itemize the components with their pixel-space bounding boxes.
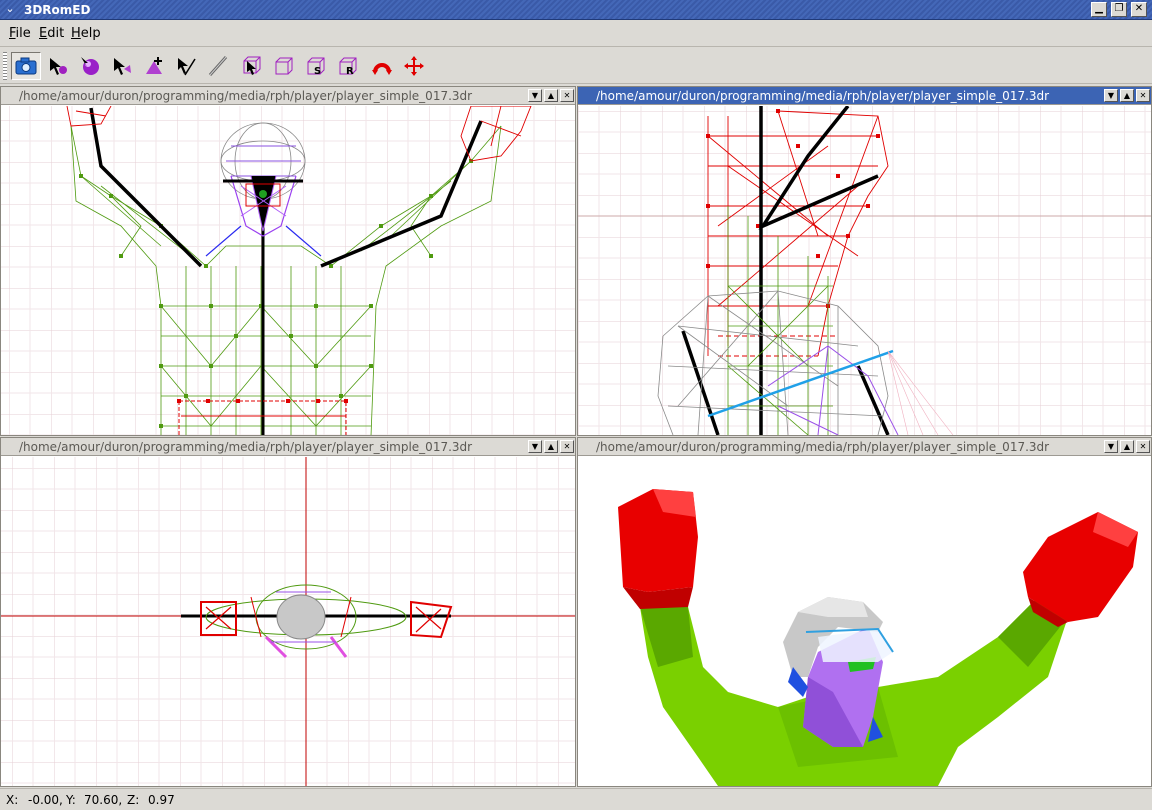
minimize-icon[interactable]: ▁ (1091, 2, 1107, 17)
box-tool-button[interactable] (269, 52, 299, 80)
side-wireframe-view (578, 106, 1151, 435)
select-point-tool-button[interactable] (107, 52, 137, 80)
scale-tool-icon: S (307, 57, 325, 77)
select-edge-icon (178, 58, 196, 76)
select-point-icon (114, 58, 131, 75)
rotate-box-tool-icon: R (339, 57, 357, 77)
front-wireframe-view (1, 106, 575, 435)
viewport-canvas[interactable] (578, 457, 1151, 786)
viewport-canvas[interactable] (1, 457, 575, 786)
window-menu-chevron-down-icon[interactable]: ⌄ (3, 2, 17, 16)
move-arrows-icon (404, 56, 424, 76)
maximize-pane-icon[interactable]: ▲ (1120, 440, 1134, 453)
rotate-box-tool-label: R (346, 66, 354, 77)
shaded-3d-view (578, 457, 1151, 786)
viewport-top[interactable]: /home/amour/duron/programming/media/rph/… (0, 437, 576, 787)
status-z-value: 0.97 (148, 793, 175, 807)
viewport-front[interactable]: /home/amour/duron/programming/media/rph/… (0, 86, 576, 436)
maximize-pane-icon[interactable]: ▲ (544, 89, 558, 102)
select-edge-tool-button[interactable] (171, 52, 201, 80)
status-y-label: Y: (66, 793, 76, 807)
dropdown-icon[interactable]: ▼ (528, 440, 542, 453)
select-vertex-icon (50, 58, 67, 75)
select-vertex-tool-button[interactable] (43, 52, 73, 80)
move-tool-button[interactable] (399, 52, 429, 80)
scale-tool-label: S (314, 66, 321, 77)
viewport-header: /home/amour/duron/programming/media/rph/… (578, 87, 1151, 105)
menu-help[interactable]: Help (71, 26, 101, 42)
rotate-arrow-icon (372, 63, 392, 75)
line-tool-button[interactable] (203, 52, 233, 80)
maximize-pane-icon[interactable]: ▲ (1120, 89, 1134, 102)
viewport-canvas[interactable] (578, 106, 1151, 435)
rotate-box-tool-button[interactable]: R (333, 52, 363, 80)
close-pane-icon[interactable]: ✕ (560, 440, 574, 453)
camera-icon (15, 57, 37, 75)
menu-bar: File Edit Help (0, 21, 1152, 47)
menu-edit[interactable]: Edit (39, 26, 64, 42)
camera-tool-button[interactable] (11, 52, 41, 80)
dropdown-icon[interactable]: ▼ (1104, 440, 1118, 453)
menu-file[interactable]: File (9, 26, 31, 42)
select-box-tool-button[interactable] (237, 52, 267, 80)
viewport-title: /home/amour/duron/programming/media/rph/… (596, 89, 1050, 103)
window-title: 3DRomED (24, 3, 91, 17)
select-box-icon (243, 56, 261, 75)
viewport-header: /home/amour/duron/programming/media/rph/… (1, 438, 575, 456)
maximize-pane-icon[interactable]: ▲ (544, 440, 558, 453)
viewport-side[interactable]: /home/amour/duron/programming/media/rph/… (577, 86, 1152, 436)
viewport-title: /home/amour/duron/programming/media/rph/… (596, 440, 1050, 454)
add-triangle-tool-button[interactable] (139, 52, 169, 80)
viewport-title: /home/amour/duron/programming/media/rph/… (19, 440, 473, 454)
close-pane-icon[interactable]: ✕ (560, 89, 574, 102)
viewport-title: /home/amour/duron/programming/media/rph/… (19, 89, 473, 103)
scale-tool-button[interactable]: S (301, 52, 331, 80)
dropdown-icon[interactable]: ▼ (528, 89, 542, 102)
status-x-value: -0.00, (28, 793, 63, 807)
add-triangle-icon (146, 57, 162, 74)
viewport-canvas[interactable] (1, 106, 575, 435)
status-z-label: Z: (127, 793, 140, 807)
close-pane-icon[interactable]: ✕ (1136, 89, 1150, 102)
rotate-tool-button[interactable] (367, 52, 397, 80)
window-title-bar: ⌄ 3DRomED ▁ ❐ ✕ (0, 0, 1152, 20)
maximize-icon[interactable]: ❐ (1111, 2, 1127, 17)
dropdown-icon[interactable]: ▼ (1104, 89, 1118, 102)
viewport-header: /home/amour/duron/programming/media/rph/… (1, 87, 575, 105)
status-y-value: 70.60, (84, 793, 123, 807)
select-sphere-tool-button[interactable] (75, 52, 105, 80)
line-tool-icon (208, 56, 228, 76)
top-wireframe-view (1, 457, 575, 786)
select-sphere-icon (81, 57, 99, 75)
toolbar: S R (0, 48, 1152, 84)
box-tool-icon (275, 57, 293, 75)
viewport-header: /home/amour/duron/programming/media/rph/… (578, 438, 1151, 456)
status-bar: X: -0.00, Y: 70.60, Z: 0.97 (0, 788, 1152, 810)
close-icon[interactable]: ✕ (1131, 2, 1147, 17)
status-x-label: X: (6, 793, 19, 807)
close-pane-icon[interactable]: ✕ (1136, 440, 1150, 453)
viewport-3d[interactable]: /home/amour/duron/programming/media/rph/… (577, 437, 1152, 787)
toolbar-grip[interactable] (3, 52, 7, 80)
